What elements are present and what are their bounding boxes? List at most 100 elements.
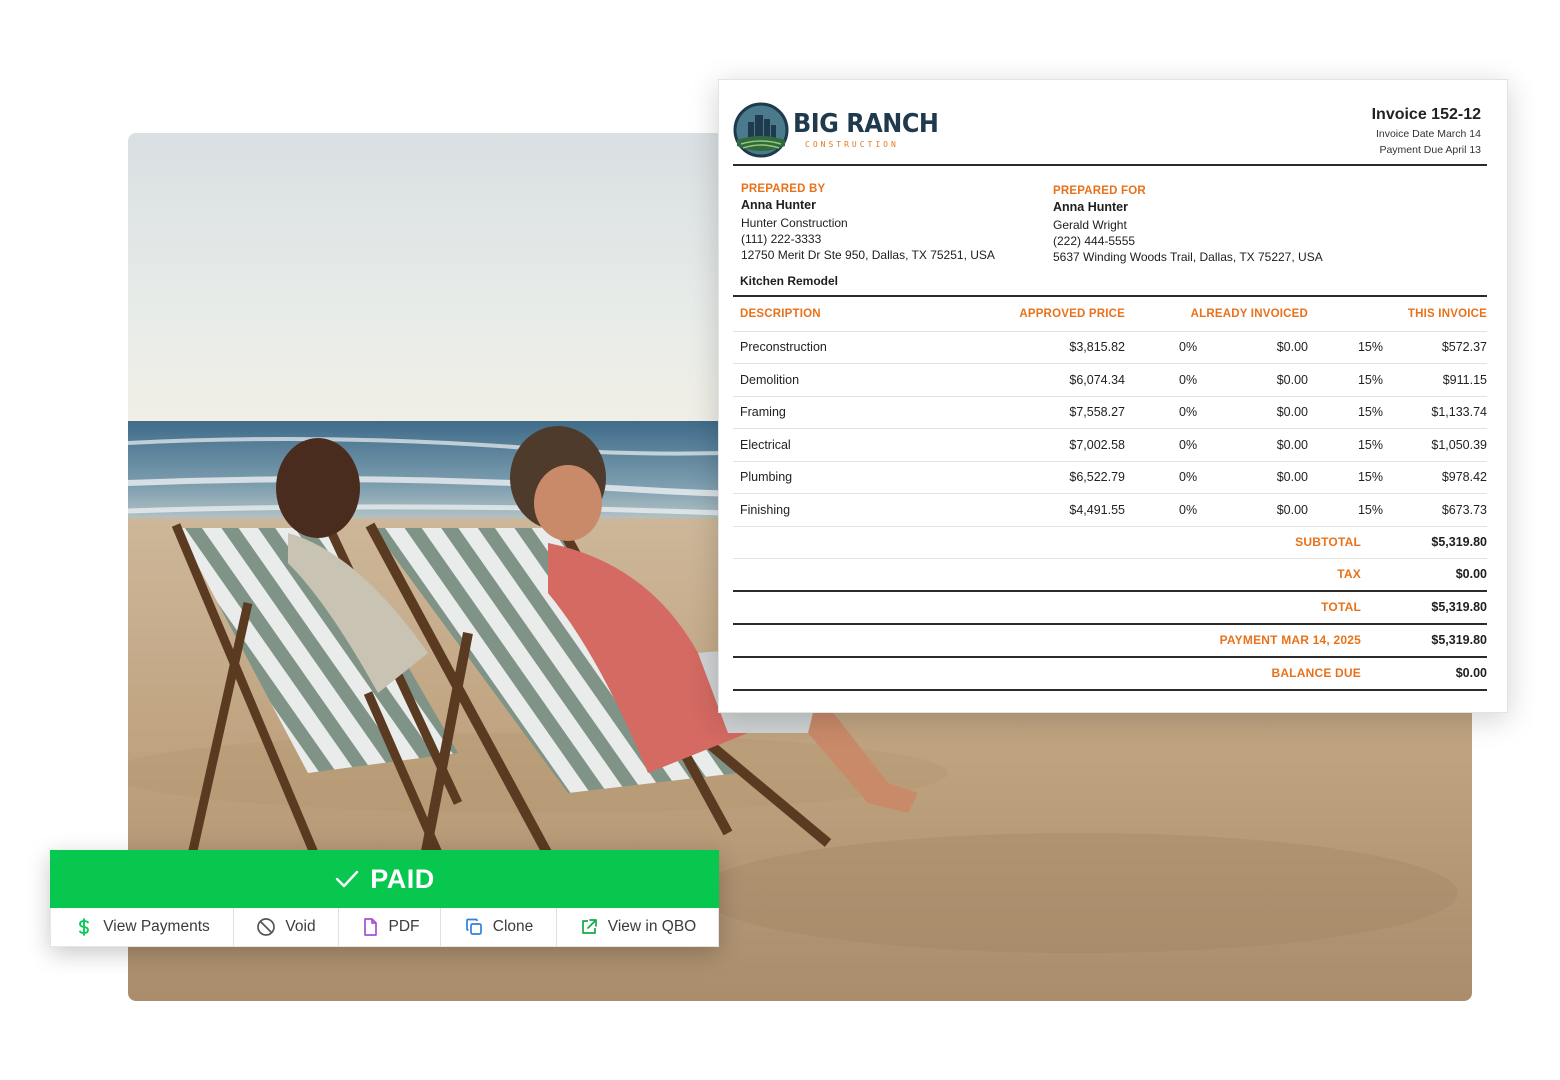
tax-label: TAX — [1337, 567, 1361, 581]
paid-status-label: PAID — [370, 863, 435, 894]
line-description: Plumbing — [733, 461, 953, 494]
void-icon — [257, 918, 276, 936]
marketing-stage: BIG RANCH CONSTRUCTION Invoice 152-12 In… — [0, 0, 1560, 1080]
prepared-by-company: Hunter Construction — [741, 216, 848, 230]
line-this-amt: $978.42 — [1383, 461, 1487, 494]
subtotal-value: $5,319.80 — [1431, 535, 1487, 549]
company-logo: BIG RANCH CONSTRUCTION — [733, 102, 951, 158]
line-this-amt: $911.15 — [1383, 363, 1487, 397]
line-approved: $6,074.34 — [953, 363, 1125, 397]
line-invoiced-pct: 0% — [1125, 428, 1210, 462]
tax-row: TAX $0.00 — [733, 559, 1487, 592]
line-this-pct: 15% — [1308, 493, 1383, 527]
dollar-icon — [79, 918, 90, 936]
line-approved: $7,002.58 — [953, 428, 1125, 462]
table-row: Demolition $6,074.34 0% $0.00 15% $911.1… — [733, 363, 1487, 397]
prepared-for-label: PREPARED FOR — [1053, 185, 1146, 197]
table-row: Electrical $7,002.58 0% $0.00 15% $1,050… — [733, 428, 1487, 462]
line-approved: $4,491.55 — [953, 493, 1125, 527]
payment-row: PAYMENT MAR 14, 2025 $5,319.80 — [733, 625, 1487, 658]
invoice-parties: PREPARED BY Anna Hunter Hunter Construct… — [733, 166, 1487, 297]
view-in-qbo-button[interactable]: View in QBO — [557, 908, 718, 946]
line-this-pct: 15% — [1308, 331, 1383, 364]
paid-status-banner: PAID — [50, 850, 719, 908]
void-label: Void — [285, 918, 316, 935]
line-this-amt: $673.73 — [1383, 493, 1487, 527]
payment-value: $5,319.80 — [1431, 633, 1487, 647]
prepared-by-address: 12750 Merit Dr Ste 950, Dallas, TX 75251… — [741, 248, 995, 262]
col-already-invoiced: ALREADY INVOICED — [1125, 297, 1308, 332]
line-approved: $3,815.82 — [953, 331, 1125, 364]
prepared-for-phone: (222) 444-5555 — [1053, 234, 1136, 248]
subtotal-label: SUBTOTAL — [1295, 535, 1361, 549]
line-description: Electrical — [733, 428, 953, 462]
line-invoiced-amt: $0.00 — [1210, 363, 1308, 397]
line-description: Demolition — [733, 363, 953, 397]
pdf-label: PDF — [388, 918, 420, 935]
subtotal-row: SUBTOTAL $5,319.80 — [733, 527, 1487, 559]
external-link-icon — [581, 919, 597, 934]
prepared-by-name: Anna Hunter — [741, 198, 816, 212]
line-invoiced-amt: $0.00 — [1210, 493, 1308, 527]
project-name: Kitchen Remodel — [740, 274, 839, 288]
invoice-title: Invoice 152-12 — [1371, 106, 1481, 123]
clone-label: Clone — [492, 918, 534, 935]
line-invoiced-amt: $0.00 — [1210, 428, 1308, 462]
balance-due-label: BALANCE DUE — [1271, 666, 1361, 680]
line-invoiced-pct: 0% — [1125, 331, 1210, 364]
prepared-by-phone: (111) 222-3333 — [741, 232, 822, 246]
table-row: Plumbing $6,522.79 0% $0.00 15% $978.42 — [733, 461, 1487, 494]
line-invoiced-pct: 0% — [1125, 396, 1210, 429]
col-description: DESCRIPTION — [733, 297, 953, 332]
line-invoiced-pct: 0% — [1125, 493, 1210, 527]
invoice-document: BIG RANCH CONSTRUCTION Invoice 152-12 In… — [718, 79, 1508, 713]
big-ranch-logo-icon — [733, 102, 789, 158]
view-payments-button[interactable]: View Payments — [51, 908, 234, 946]
line-invoiced-pct: 0% — [1125, 363, 1210, 397]
line-description: Finishing — [733, 493, 953, 527]
payment-label: PAYMENT MAR 14, 2025 — [1219, 633, 1361, 647]
pdf-file-icon — [363, 918, 377, 936]
total-label: TOTAL — [1321, 600, 1361, 614]
company-name: BIG RANCH — [793, 109, 939, 139]
prepared-for-address: 5637 Winding Woods Trail, Dallas, TX 752… — [1053, 250, 1323, 264]
prepared-for-block: PREPARED FOR Anna Hunter Gerald Wright (… — [1053, 183, 1323, 265]
balance-due-row: BALANCE DUE $0.00 — [733, 658, 1487, 691]
tax-value: $0.00 — [1455, 567, 1487, 581]
line-invoiced-amt: $0.00 — [1210, 331, 1308, 364]
pdf-button[interactable]: PDF — [339, 908, 441, 946]
line-approved: $7,558.27 — [953, 396, 1125, 429]
line-this-amt: $1,133.74 — [1383, 396, 1487, 429]
void-button[interactable]: Void — [234, 908, 339, 946]
line-this-pct: 15% — [1308, 461, 1383, 494]
prepared-by-label: PREPARED BY — [741, 183, 826, 195]
payment-due: Payment Due April 13 — [1379, 144, 1481, 156]
line-this-pct: 15% — [1308, 428, 1383, 462]
table-header-row: DESCRIPTION APPROVED PRICE ALREADY INVOI… — [733, 297, 1487, 332]
clone-button[interactable]: Clone — [441, 908, 557, 946]
line-this-amt: $1,050.39 — [1383, 428, 1487, 462]
invoice-header: BIG RANCH CONSTRUCTION Invoice 152-12 In… — [733, 80, 1487, 166]
invoice-meta: Invoice 152-12 Invoice Date March 14 Pay… — [1372, 106, 1481, 156]
table-row: Finishing $4,491.55 0% $0.00 15% $673.73 — [733, 493, 1487, 527]
line-invoiced-amt: $0.00 — [1210, 396, 1308, 429]
table-row: Preconstruction $3,815.82 0% $0.00 15% $… — [733, 331, 1487, 364]
clone-icon — [465, 918, 482, 935]
line-this-pct: 15% — [1308, 396, 1383, 429]
prepared-for-name: Anna Hunter — [1053, 200, 1128, 214]
line-approved: $6,522.79 — [953, 461, 1125, 494]
invoice-date: Invoice Date March 14 — [1375, 128, 1481, 140]
balance-due-value: $0.00 — [1455, 666, 1487, 680]
prepared-by-block: PREPARED BY Anna Hunter Hunter Construct… — [741, 181, 995, 263]
invoice-totals: SUBTOTAL $5,319.80 TAX $0.00 TOTAL $5,31… — [733, 527, 1487, 691]
total-value: $5,319.80 — [1431, 600, 1487, 614]
company-tagline: CONSTRUCTION — [805, 140, 899, 149]
view-payments-label: View Payments — [103, 918, 210, 935]
line-invoiced-amt: $0.00 — [1210, 461, 1308, 494]
line-items-table: DESCRIPTION APPROVED PRICE ALREADY INVOI… — [733, 297, 1487, 527]
view-in-qbo-label: View in QBO — [607, 918, 697, 935]
line-description: Preconstruction — [733, 331, 953, 364]
table-row: Framing $7,558.27 0% $0.00 15% $1,133.74 — [733, 396, 1487, 429]
checkmark-icon — [336, 870, 359, 888]
col-this-invoice: THIS INVOICE — [1308, 297, 1487, 332]
